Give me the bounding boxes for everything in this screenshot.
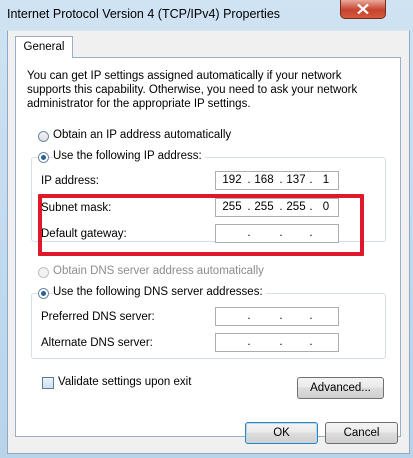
ip-address-label: IP address: — [41, 175, 99, 187]
ip-octet-2: 168 — [254, 174, 274, 186]
validate-label[interactable]: Validate settings upon exit — [58, 376, 191, 388]
ok-button[interactable]: OK — [245, 422, 318, 444]
octet-separator: . — [247, 336, 251, 348]
ip-auto-label[interactable]: Obtain an IP address automatically — [53, 129, 231, 141]
dns-auto-radio[interactable] — [38, 267, 49, 278]
dns-manual-label[interactable]: Use the following DNS server addresses: — [53, 286, 266, 298]
alternate-dns-label: Alternate DNS server: — [41, 337, 153, 349]
close-button[interactable] — [340, 0, 386, 19]
preferred-dns-input[interactable]: . . . — [215, 307, 339, 326]
octet-separator: . — [279, 336, 283, 348]
octet-separator: . — [309, 310, 313, 322]
dialog-body: General You can get IP settings assigned… — [7, 30, 410, 454]
ip-octet-4: 1 — [322, 174, 330, 186]
ip-octet-1: 192 — [222, 174, 242, 186]
octet-separator: . — [247, 310, 251, 322]
dns-auto-label[interactable]: Obtain DNS server address automatically — [53, 265, 264, 277]
octet-separator: . — [279, 310, 283, 322]
ip-address-input[interactable]: 192. 168. 137. 1 — [215, 171, 339, 190]
ip-octet-3: 137 — [286, 174, 306, 186]
cancel-button[interactable]: Cancel — [325, 422, 398, 444]
validate-checkbox[interactable] — [42, 377, 54, 389]
window-frame: Internet Protocol Version 4 (TCP/IPv4) P… — [0, 0, 413, 458]
close-icon — [357, 4, 369, 14]
title-bar[interactable]: Internet Protocol Version 4 (TCP/IPv4) P… — [0, 0, 413, 30]
ip-manual-radio[interactable] — [38, 152, 49, 163]
ip-auto-radio[interactable] — [38, 131, 49, 142]
octet-separator: . — [309, 336, 313, 348]
advanced-button[interactable]: Advanced... — [297, 377, 384, 399]
preferred-dns-label: Preferred DNS server: — [41, 311, 155, 323]
dns-manual-radio[interactable] — [38, 288, 49, 299]
window-title: Internet Protocol Version 4 (TCP/IPv4) P… — [7, 7, 281, 21]
alternate-dns-input[interactable]: . . . — [215, 333, 339, 352]
tab-general[interactable]: General — [15, 36, 73, 58]
ip-manual-label[interactable]: Use the following IP address: — [53, 150, 205, 162]
highlight-box — [38, 194, 364, 256]
intro-text: You can get IP settings assigned automat… — [27, 70, 358, 110]
